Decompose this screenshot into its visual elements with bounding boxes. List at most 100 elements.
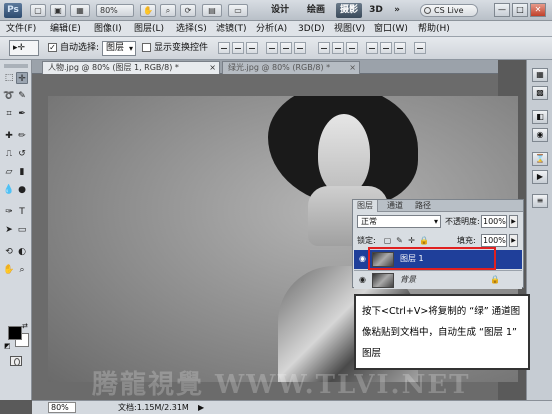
close-button[interactable]: ✕ <box>530 3 546 17</box>
quick-selection-tool-icon[interactable]: ✎ <box>16 90 28 102</box>
visibility-eye-icon[interactable]: ◉ <box>357 275 368 285</box>
healing-brush-icon[interactable]: ✚ <box>3 130 15 142</box>
close-tab-icon[interactable]: × <box>349 62 356 74</box>
status-menu-arrow-icon[interactable]: ▶ <box>198 402 204 413</box>
align-right-icon[interactable] <box>294 42 306 54</box>
lock-position-icon[interactable]: ✛ <box>407 236 416 245</box>
tab-channels[interactable]: 通道 <box>383 200 407 212</box>
auto-align-icon[interactable] <box>414 42 426 54</box>
zoom-tool-icon[interactable]: ⌕ <box>16 264 28 276</box>
more-workspaces[interactable]: » <box>392 3 402 18</box>
quick-mask-icon[interactable] <box>10 356 22 366</box>
bridge-icon[interactable]: ▢ <box>30 4 46 17</box>
align-left-icon[interactable] <box>266 42 278 54</box>
menu-file[interactable]: 文件(F) <box>6 23 36 35</box>
tab-document-1[interactable]: 人物.jpg @ 80% (图层 1, RGB/8) * × <box>42 61 220 74</box>
masks-panel-icon[interactable]: ◉ <box>532 128 548 142</box>
lock-transparent-icon[interactable]: ▢ <box>383 236 392 245</box>
workspace-painting[interactable]: 绘画 <box>302 3 330 18</box>
distribute-vcenter-icon[interactable] <box>332 42 344 54</box>
swatches-panel-icon[interactable]: ▩ <box>532 86 548 100</box>
align-top-icon[interactable] <box>218 42 230 54</box>
visibility-eye-icon[interactable]: ◉ <box>357 254 368 264</box>
rotate-view-icon[interactable]: ⟳ <box>180 4 196 17</box>
menu-select[interactable]: 选择(S) <box>176 23 207 35</box>
workspace-photography[interactable]: 摄影 <box>336 3 362 18</box>
auto-select-dropdown[interactable]: 图层 <box>102 41 136 56</box>
menu-view[interactable]: 视图(V) <box>334 23 365 35</box>
menu-help[interactable]: 帮助(H) <box>418 23 450 35</box>
zoom-level-dropdown[interactable]: 80% <box>96 4 134 17</box>
opacity-slider-arrow[interactable]: ▶ <box>509 215 518 228</box>
menu-filter[interactable]: 滤镜(T) <box>216 23 247 35</box>
menu-layer[interactable]: 图层(L) <box>134 23 164 35</box>
menu-window[interactable]: 窗口(W) <box>374 23 408 35</box>
history-panel-icon[interactable]: ⌛ <box>532 152 548 166</box>
screen-mode-icon[interactable]: ▭ <box>228 4 248 17</box>
align-hcenter-icon[interactable] <box>280 42 292 54</box>
gradient-tool-icon[interactable]: ▮ <box>16 166 28 178</box>
menu-edit[interactable]: 编辑(E) <box>50 23 81 35</box>
history-brush-icon[interactable]: ↺ <box>16 148 28 160</box>
eraser-tool-icon[interactable]: ▱ <box>3 166 15 178</box>
distribute-top-icon[interactable] <box>318 42 330 54</box>
eyedropper-tool-icon[interactable]: ✒ <box>16 108 28 120</box>
actions-panel-icon[interactable]: ▶ <box>532 170 548 184</box>
zoom-tool-icon[interactable]: ⌕ <box>160 4 176 17</box>
fill-slider-arrow[interactable]: ▶ <box>509 234 518 247</box>
lasso-tool-icon[interactable]: ➰ <box>3 90 15 102</box>
minimize-button[interactable]: — <box>494 3 510 17</box>
distribute-left-icon[interactable] <box>366 42 378 54</box>
mini-bridge-icon[interactable]: ▣ <box>50 4 66 17</box>
arrange-documents-icon[interactable]: ▤ <box>202 4 222 17</box>
3d-camera-icon[interactable]: ◐ <box>16 246 28 258</box>
menu-analysis[interactable]: 分析(A) <box>256 23 287 35</box>
swap-colors-icon[interactable]: ⇄ <box>22 322 28 330</box>
lock-pixels-icon[interactable]: ✎ <box>395 236 404 245</box>
status-zoom-field[interactable]: 80% <box>48 402 76 413</box>
layer-row-1[interactable]: ◉ 图层 1 <box>354 250 522 269</box>
foreground-color-swatch[interactable] <box>8 326 22 340</box>
type-tool-icon[interactable]: T <box>16 206 28 218</box>
maximize-button[interactable]: □ <box>512 3 528 17</box>
color-panel-icon[interactable]: ▦ <box>532 68 548 82</box>
fill-field[interactable]: 100% <box>481 234 507 247</box>
layer-row-background[interactable]: ◉ 背景 🔒 <box>354 270 522 289</box>
distribute-bottom-icon[interactable] <box>346 42 358 54</box>
hand-tool-icon[interactable]: ✋ <box>3 264 15 276</box>
tab-layers[interactable]: 图层 <box>353 200 378 212</box>
clone-stamp-icon[interactable]: ⎍ <box>3 148 15 160</box>
brush-tool-icon[interactable]: ✏ <box>16 130 28 142</box>
menu-image[interactable]: 图像(I) <box>94 23 122 35</box>
channels-panel-icon[interactable]: ≡ <box>532 194 548 208</box>
default-colors-icon[interactable]: ◩ <box>4 342 11 350</box>
close-tab-icon[interactable]: × <box>209 62 216 74</box>
blur-tool-icon[interactable]: 💧 <box>3 184 15 196</box>
workspace-design[interactable]: 设计 <box>266 3 294 18</box>
crop-tool-icon[interactable]: ⌗ <box>3 108 15 120</box>
adjustments-panel-icon[interactable]: ◧ <box>532 110 548 124</box>
tools-panel-grip[interactable] <box>4 64 28 68</box>
align-vcenter-icon[interactable] <box>232 42 244 54</box>
marquee-tool-icon[interactable]: ⬚ <box>3 72 15 84</box>
tab-paths[interactable]: 路径 <box>411 200 435 212</box>
hand-tool-icon[interactable]: ✋ <box>140 4 156 17</box>
move-tool-icon[interactable]: ✛ <box>16 72 28 84</box>
show-transform-checkbox[interactable] <box>142 43 151 52</box>
align-bottom-icon[interactable] <box>246 42 258 54</box>
view-extras-icon[interactable]: ▦ <box>70 4 90 17</box>
shape-tool-icon[interactable]: ▭ <box>16 224 28 236</box>
3d-rotate-icon[interactable]: ⟲ <box>3 246 15 258</box>
cs-live-button[interactable]: CS Live <box>420 4 478 17</box>
workspace-3d[interactable]: 3D <box>368 3 384 18</box>
tab-document-2[interactable]: 绿光.jpg @ 80% (RGB/8) * × <box>222 61 360 74</box>
path-selection-icon[interactable]: ➤ <box>3 224 15 236</box>
opacity-field[interactable]: 100% <box>481 215 507 228</box>
dodge-tool-icon[interactable]: ● <box>16 184 28 196</box>
distribute-right-icon[interactable] <box>394 42 406 54</box>
tool-preset-picker[interactable]: ▸✛ <box>9 40 39 56</box>
blend-mode-dropdown[interactable]: 正常 <box>357 215 441 228</box>
distribute-hcenter-icon[interactable] <box>380 42 392 54</box>
pen-tool-icon[interactable]: ✑ <box>3 206 15 218</box>
lock-all-icon[interactable]: 🔒 <box>419 236 429 245</box>
